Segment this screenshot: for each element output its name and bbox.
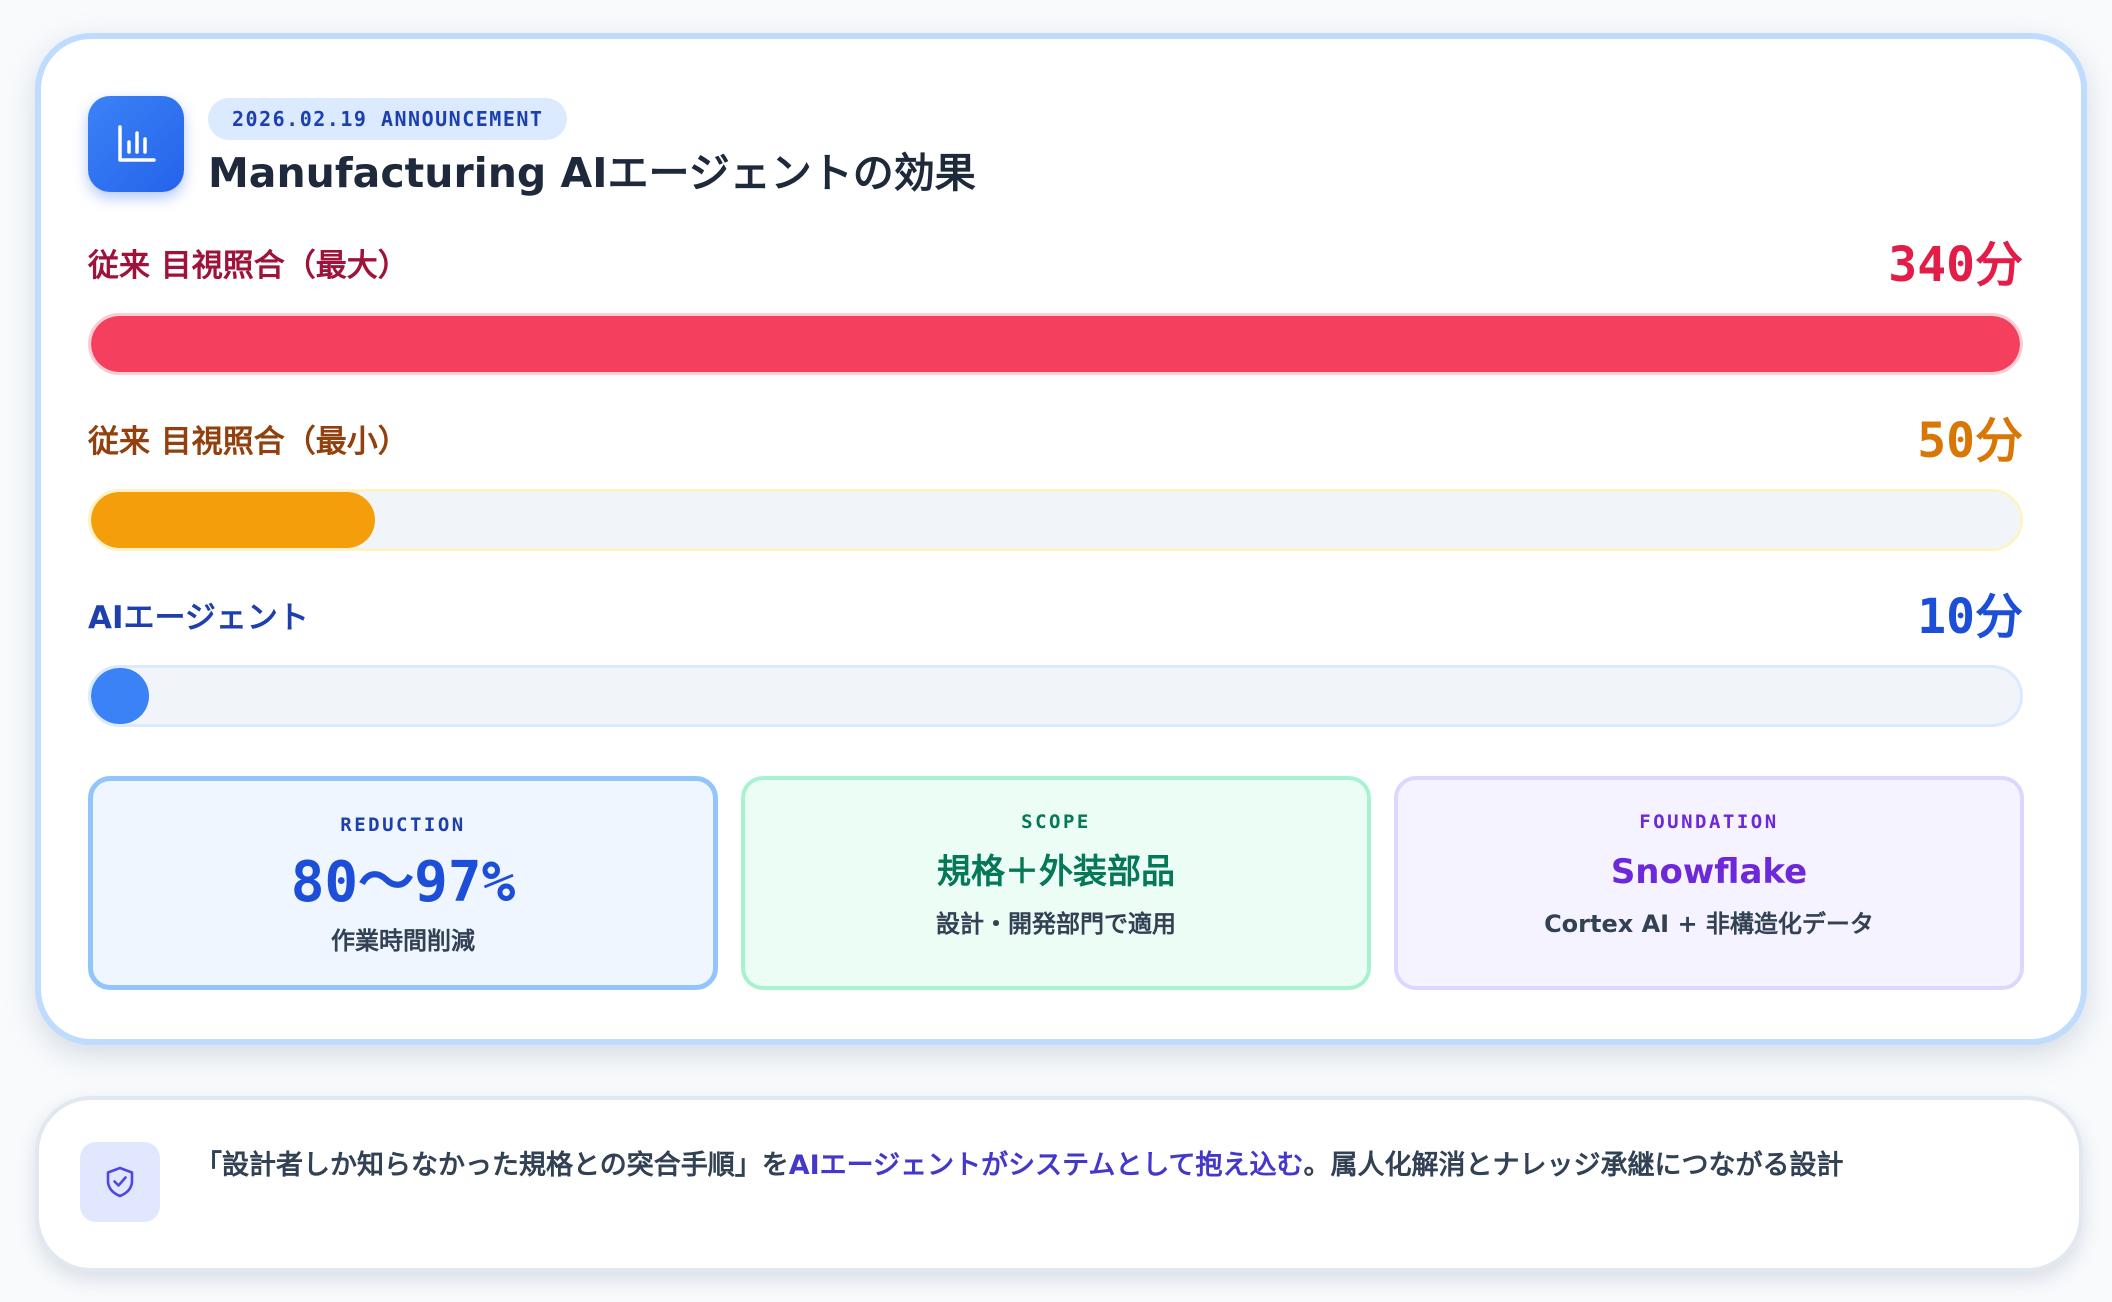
- page-title: Manufacturing AIエージェントの効果: [208, 149, 976, 197]
- stat-foundation-caption: Cortex AI + 非構造化データ: [1544, 910, 1874, 938]
- progress-fill-max: [91, 316, 2020, 372]
- metric-label-min: 従来 目視照合（最小）: [88, 424, 409, 460]
- progress-track-ai: [88, 665, 2023, 727]
- stat-foundation: FOUNDATION Snowflake Cortex AI + 非構造化データ: [1394, 776, 2024, 990]
- metric-value-ai: 10分: [1917, 589, 2023, 645]
- note-text-highlight: AIエージェントがシステムとして抱え込む: [788, 1150, 1304, 1181]
- stat-reduction-eyebrow: REDUCTION: [340, 814, 466, 836]
- progress-track-min: [88, 489, 2023, 551]
- metric-label-max: 従来 目視照合（最大）: [88, 248, 409, 284]
- note-text-before: 「設計者しか知らなかった規格との突合手順」を: [195, 1150, 789, 1181]
- progress-fill-ai: [91, 668, 149, 724]
- progress-track-max: [88, 313, 2023, 375]
- stat-reduction: REDUCTION 80〜97% 作業時間削減: [88, 776, 718, 990]
- announcement-badge: 2026.02.19 ANNOUNCEMENT: [208, 98, 568, 140]
- stat-foundation-eyebrow: FOUNDATION: [1639, 811, 1779, 833]
- stat-scope-value: 規格＋外装部品: [937, 852, 1175, 892]
- note-text-after: 。属人化解消とナレッジ承継につながる設計: [1303, 1150, 1844, 1181]
- stat-reduction-caption: 作業時間削減: [331, 927, 475, 955]
- stat-scope-eyebrow: SCOPE: [1021, 811, 1091, 833]
- stat-scope-caption: 設計・開発部門で適用: [936, 910, 1176, 938]
- metric-value-max: 340分: [1888, 237, 2023, 293]
- metric-value-min: 50分: [1917, 413, 2023, 469]
- metric-label-ai: AIエージェント: [88, 600, 309, 636]
- stat-foundation-value: Snowflake: [1610, 852, 1808, 892]
- progress-fill-min: [91, 492, 375, 548]
- stat-scope: SCOPE 規格＋外装部品 設計・開発部門で適用: [741, 776, 1371, 990]
- note-text: 「設計者しか知らなかった規格との突合手順」をAIエージェントがシステムとして抱え…: [195, 1146, 1844, 1186]
- shield-check-icon: [80, 1142, 160, 1222]
- stat-reduction-value: 80〜97%: [290, 850, 516, 915]
- bar-chart-icon: [88, 96, 184, 192]
